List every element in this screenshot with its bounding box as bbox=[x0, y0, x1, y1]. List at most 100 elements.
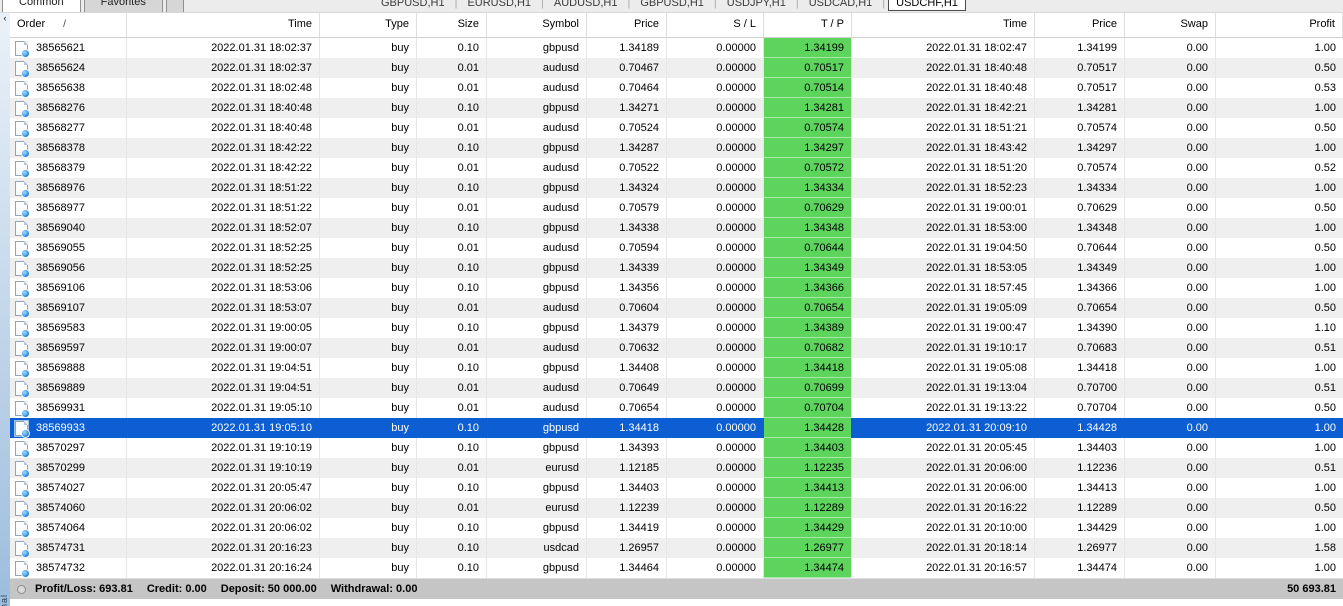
table-row[interactable]: 38569888 2022.01.31 19:04:51 buy 0.10 gbpusd… bbox=[10, 358, 1343, 378]
cell-tp: 0.70517 bbox=[764, 58, 852, 78]
cell-profit: 0.53 bbox=[1314, 82, 1336, 94]
cell-order: 38568276 bbox=[10, 98, 127, 118]
cell-close-time: 2022.01.31 18:40:48 bbox=[852, 58, 1035, 78]
cell-profit: 0.51 bbox=[1314, 342, 1336, 354]
table-row[interactable]: 38569597 2022.01.31 19:00:07 buy 0.01 audusd… bbox=[10, 338, 1343, 358]
cell-type: buy bbox=[320, 378, 417, 398]
cell-swap: 0.00 bbox=[1125, 178, 1216, 198]
header-order[interactable]: Order / bbox=[10, 13, 127, 37]
cell-swap: 0.00 bbox=[1125, 118, 1216, 138]
cell-sl: 0.00000 bbox=[667, 158, 764, 178]
table-row[interactable]: 38569931 2022.01.31 19:05:10 buy 0.01 audusd… bbox=[10, 398, 1343, 418]
chart-tab-eurusd-h1[interactable]: EURUSD,H1 bbox=[460, 0, 538, 10]
chart-tab-gbpusd-h1[interactable]: GBPUSD,H1 bbox=[374, 0, 452, 10]
chart-tab-usdchf-h1[interactable]: USDCHF,H1 bbox=[888, 0, 966, 11]
cell-open-time: 2022.01.31 19:05:10 bbox=[127, 398, 320, 418]
cell-close-price: 1.34429 bbox=[1035, 518, 1125, 538]
order-document-icon bbox=[14, 419, 30, 438]
cell-open-price: 0.70522 bbox=[587, 158, 667, 178]
cell-symbol: gbpusd bbox=[487, 218, 587, 238]
table-row[interactable]: 38568276 2022.01.31 18:40:48 buy 0.10 gbpusd… bbox=[10, 98, 1343, 118]
table-row[interactable]: 38574027 2022.01.31 20:05:47 buy 0.10 gbpusd… bbox=[10, 478, 1343, 498]
header-open-price[interactable]: Price bbox=[587, 13, 667, 37]
order-number: 38570299 bbox=[36, 462, 85, 474]
table-row[interactable]: 38569583 2022.01.31 19:00:05 buy 0.10 gbpusd… bbox=[10, 318, 1343, 338]
table-row[interactable]: 38569933 2022.01.31 19:05:10 buy 0.10 gbpusd… bbox=[10, 418, 1343, 438]
table-row[interactable]: 38574731 2022.01.31 20:16:23 buy 0.10 usdcad… bbox=[10, 538, 1343, 558]
collapse-arrow-icon[interactable]: ‹ bbox=[0, 14, 10, 23]
cell-close-price: 1.34418 bbox=[1035, 358, 1125, 378]
nav-tab-stub[interactable] bbox=[165, 0, 184, 12]
top-tabbar: Common Favorites GBPUSD,H1 | EURUSD,H1 | AUDU… bbox=[0, 0, 1343, 13]
table-row[interactable]: 38569889 2022.01.31 19:04:51 buy 0.01 audusd… bbox=[10, 378, 1343, 398]
table-row[interactable]: 38569055 2022.01.31 18:52:25 buy 0.01 audusd… bbox=[10, 238, 1343, 258]
cell-swap: 0.00 bbox=[1125, 258, 1216, 278]
cell-symbol: audusd bbox=[487, 398, 587, 418]
cell-type: buy bbox=[320, 158, 417, 178]
cell-profit: 0.50 bbox=[1314, 502, 1336, 514]
cell-close-time: 2022.01.31 18:43:42 bbox=[852, 138, 1035, 158]
cell-type: buy bbox=[320, 558, 417, 578]
cell-order: 38574060 bbox=[10, 498, 127, 518]
cell-close-time: 2022.01.31 20:16:57 bbox=[852, 558, 1035, 578]
table-row[interactable]: 38568277 2022.01.31 18:40:48 buy 0.01 audusd… bbox=[10, 118, 1343, 138]
chart-tab-gbpusd-h1[interactable]: GBPUSD,H1 bbox=[633, 0, 711, 10]
table-row[interactable]: 38565638 2022.01.31 18:02:48 buy 0.01 audusd… bbox=[10, 78, 1343, 98]
chart-tab-usdcad-h1[interactable]: USDCAD,H1 bbox=[802, 0, 880, 10]
table-row[interactable]: 38565624 2022.01.31 18:02:37 buy 0.01 audusd… bbox=[10, 58, 1343, 78]
cell-symbol: gbpusd bbox=[487, 258, 587, 278]
table-row[interactable]: 38568976 2022.01.31 18:51:22 buy 0.10 gbpusd… bbox=[10, 178, 1343, 198]
table-row[interactable]: 38574732 2022.01.31 20:16:24 buy 0.10 gbpusd… bbox=[10, 558, 1343, 578]
table-row[interactable]: 38574060 2022.01.31 20:06:02 buy 0.01 eurusd… bbox=[10, 498, 1343, 518]
navigator-tabs: Common Favorites bbox=[2, 0, 184, 12]
header-type[interactable]: Type bbox=[320, 13, 417, 37]
table-row[interactable]: 38570299 2022.01.31 19:10:19 buy 0.01 eurusd… bbox=[10, 458, 1343, 478]
chart-tab-audusd-h1[interactable]: AUDUSD,H1 bbox=[547, 0, 625, 10]
table-row[interactable]: 38570297 2022.01.31 19:10:19 buy 0.10 gbpusd… bbox=[10, 438, 1343, 458]
table-row[interactable]: 38568977 2022.01.31 18:51:22 buy 0.01 audusd… bbox=[10, 198, 1343, 218]
table-row[interactable]: 38569056 2022.01.31 18:52:25 buy 0.10 gbpusd… bbox=[10, 258, 1343, 278]
header-size[interactable]: Size bbox=[417, 13, 487, 37]
cell-size: 0.01 bbox=[417, 458, 487, 478]
cell-sl: 0.00000 bbox=[667, 238, 764, 258]
cell-type: buy bbox=[320, 238, 417, 258]
summary-bar: Profit/Loss: 693.81 Credit: 0.00 Deposit: … bbox=[10, 578, 1343, 599]
cell-size: 0.01 bbox=[417, 378, 487, 398]
header-close-time[interactable]: Time bbox=[852, 13, 1035, 37]
table-row[interactable]: 38569106 2022.01.31 18:53:06 buy 0.10 gbpusd… bbox=[10, 278, 1343, 298]
header-symbol[interactable]: Symbol bbox=[487, 13, 587, 37]
header-profit[interactable]: Profit bbox=[1216, 13, 1343, 37]
table-row[interactable]: 38569040 2022.01.31 18:52:07 buy 0.10 gbpusd… bbox=[10, 218, 1343, 238]
header-swap[interactable]: Swap bbox=[1125, 13, 1216, 37]
order-document-icon bbox=[15, 540, 30, 558]
cell-profit: 1.58 bbox=[1314, 542, 1336, 554]
cell-open-time: 2022.01.31 18:42:22 bbox=[127, 158, 320, 178]
cell-tp: 1.34429 bbox=[764, 518, 852, 538]
header-close-price[interactable]: Price bbox=[1035, 13, 1125, 37]
cell-close-price: 1.12236 bbox=[1035, 458, 1125, 478]
order-number: 38574731 bbox=[36, 542, 85, 554]
order-number: 38569107 bbox=[36, 302, 85, 314]
cell-open-time: 2022.01.31 18:52:25 bbox=[127, 238, 320, 258]
table-row[interactable]: 38574064 2022.01.31 20:06:02 buy 0.10 gbpusd… bbox=[10, 518, 1343, 538]
cell-sl: 0.00000 bbox=[667, 418, 764, 438]
cell-order: 38569931 bbox=[10, 398, 127, 418]
header-tp[interactable]: T / P bbox=[764, 13, 852, 37]
cell-sl: 0.00000 bbox=[667, 198, 764, 218]
cell-type: buy bbox=[320, 218, 417, 238]
header-open-time[interactable]: Time bbox=[127, 13, 320, 37]
nav-tab-favorites[interactable]: Favorites bbox=[83, 0, 163, 12]
table-row[interactable]: 38568378 2022.01.31 18:42:22 buy 0.10 gbpusd… bbox=[10, 138, 1343, 158]
chart-tab-usdjpy-h1[interactable]: USDJPY,H1 bbox=[720, 0, 793, 10]
table-row[interactable]: 38568379 2022.01.31 18:42:22 buy 0.01 audusd… bbox=[10, 158, 1343, 178]
table-row[interactable]: 38565621 2022.01.31 18:02:37 buy 0.10 gbpusd… bbox=[10, 38, 1343, 58]
table-row[interactable]: 38569107 2022.01.31 18:53:07 buy 0.01 audusd… bbox=[10, 298, 1343, 318]
order-number: 38569056 bbox=[36, 262, 85, 274]
cell-open-time: 2022.01.31 18:52:25 bbox=[127, 258, 320, 278]
cell-close-time: 2022.01.31 18:40:48 bbox=[852, 78, 1035, 98]
order-number: 38565638 bbox=[36, 82, 85, 94]
nav-tab-common[interactable]: Common bbox=[2, 0, 81, 12]
cell-close-price: 1.34428 bbox=[1035, 418, 1125, 438]
cell-open-time: 2022.01.31 18:51:22 bbox=[127, 178, 320, 198]
header-sl[interactable]: S / L bbox=[667, 13, 764, 37]
